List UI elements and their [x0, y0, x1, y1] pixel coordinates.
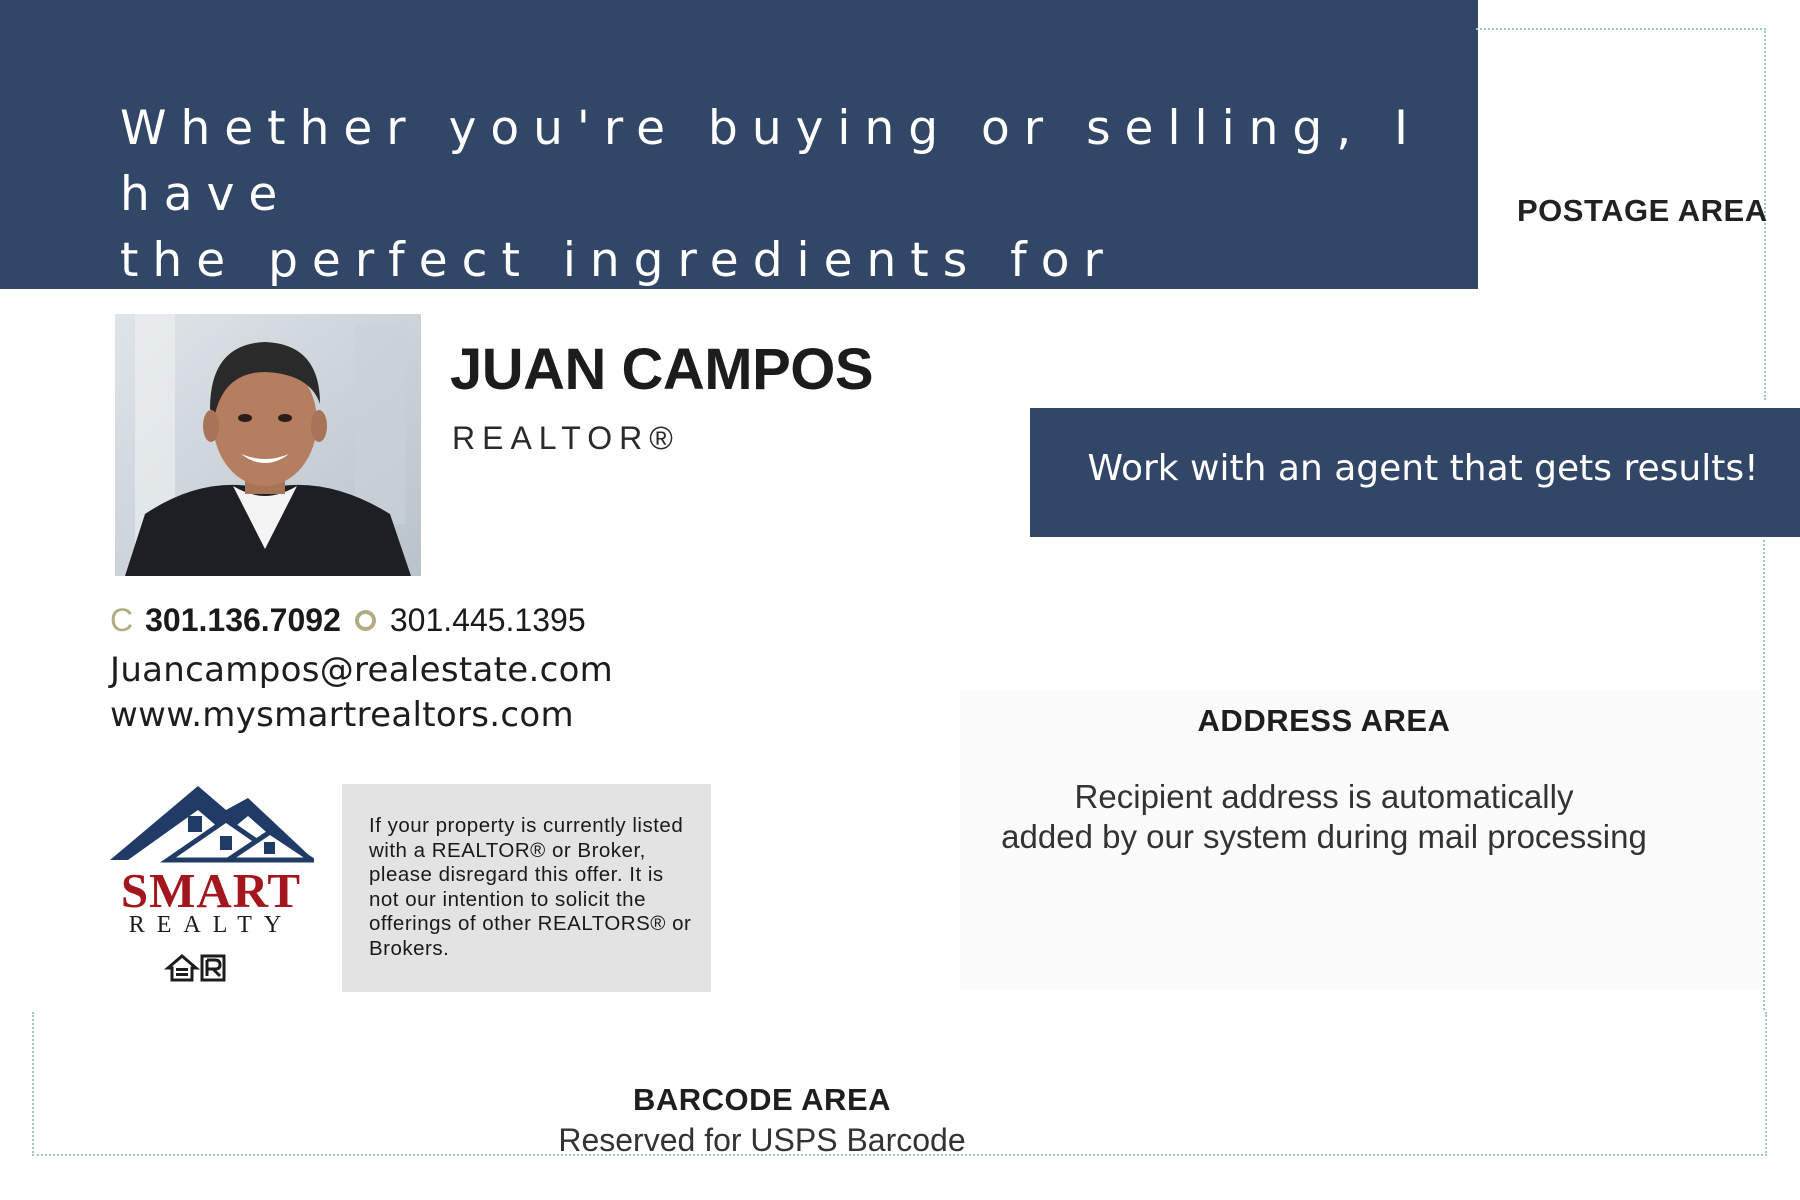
- address-area-line-2: added by our system during mail processi…: [1001, 818, 1647, 855]
- office-phone-icon: [354, 610, 376, 631]
- tagline-text: Work with an agent that gets results!: [1087, 448, 1759, 489]
- agent-photo: [115, 314, 421, 576]
- logo-brand-top: SMART: [120, 863, 302, 918]
- house-roofs-icon: [110, 786, 321, 863]
- agent-title: REALTOR®: [452, 420, 680, 456]
- headline-line-1: Whether you're buying or selling, I have: [120, 101, 1423, 222]
- headline-banner: Whether you're buying or selling, I have…: [0, 0, 1478, 354]
- disclaimer-text: If your property is currently listed wit…: [369, 814, 692, 960]
- address-area-line-1: Recipient address is automatically: [1074, 778, 1574, 815]
- cell-phone-icon: C: [110, 602, 134, 638]
- smart-realty-logo: SMART REALTY: [108, 780, 321, 990]
- barcode-area-description: Reserved for USPS Barcode: [558, 1122, 966, 1158]
- cell-phone[interactable]: 301.136.7092: [145, 602, 341, 639]
- agent-email[interactable]: Juancampos@realestate.com: [110, 650, 613, 690]
- logo-brand-bottom: REALTY: [128, 912, 294, 938]
- disclaimer-box: If your property is currently listed wit…: [342, 784, 711, 992]
- office-phone[interactable]: 301.445.1395: [390, 602, 586, 639]
- barcode-area-title: BARCODE AREA: [632, 1082, 892, 1117]
- agent-portrait-image: [115, 314, 421, 576]
- address-area-title: ADDRESS AREA: [1197, 703, 1451, 738]
- agent-name: JUAN CAMPOS: [450, 337, 874, 402]
- postcard: Whether you're buying or selling, I have…: [0, 0, 1800, 1200]
- address-area-description: Recipient address is automatically added…: [960, 777, 1688, 857]
- agent-website[interactable]: www.mysmartrealtors.com: [110, 695, 574, 735]
- tagline-banner: Work with an agent that gets results!: [1030, 408, 1800, 537]
- phone-numbers: C 301.136.7092 301.445.1395: [110, 602, 586, 639]
- postage-area-label: POSTAGE AREA: [1517, 193, 1768, 228]
- equal-housing-realtor-icons: [163, 954, 226, 982]
